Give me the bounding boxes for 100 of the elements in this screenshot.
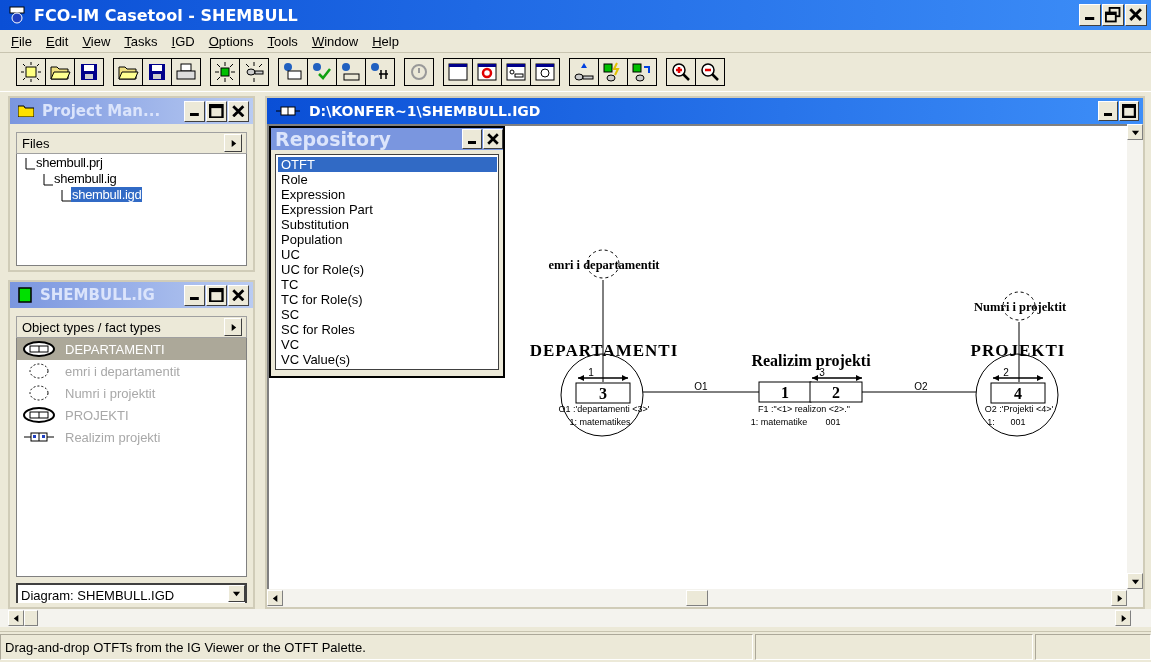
minimize-button[interactable] bbox=[184, 100, 205, 122]
close-button[interactable] bbox=[228, 284, 249, 306]
toolbar-button[interactable] bbox=[695, 58, 725, 86]
toolbar-button[interactable] bbox=[404, 58, 434, 86]
toolbar-button[interactable] bbox=[472, 58, 502, 86]
toolbar-button[interactable] bbox=[501, 58, 531, 86]
fact-type-icon bbox=[23, 429, 55, 445]
expand-button[interactable] bbox=[224, 134, 242, 152]
menu-item[interactable]: File bbox=[4, 33, 39, 49]
restore-icon bbox=[1105, 7, 1121, 23]
repository-item[interactable]: Substitution bbox=[278, 217, 497, 232]
repository-item[interactable]: SC for Roles bbox=[278, 322, 497, 337]
minimize-button[interactable] bbox=[462, 129, 482, 149]
close-icon bbox=[232, 288, 245, 302]
cube-icon bbox=[18, 287, 32, 303]
toolbar-button[interactable] bbox=[113, 58, 143, 86]
minimize-button[interactable] bbox=[1098, 101, 1118, 121]
repository-item[interactable]: TC for Role(s) bbox=[278, 292, 497, 307]
repository-item[interactable]: OTFT bbox=[278, 157, 497, 172]
role-box bbox=[990, 382, 1046, 404]
scroll-thumb[interactable] bbox=[24, 610, 38, 626]
repository-item[interactable]: SC bbox=[278, 307, 497, 322]
toolbar-button[interactable] bbox=[307, 58, 337, 86]
repository-item[interactable]: VC Value(s) bbox=[278, 352, 497, 367]
repository-item[interactable]: VC bbox=[278, 337, 497, 352]
menu-item[interactable]: Help bbox=[365, 33, 406, 49]
toolbar-button[interactable] bbox=[598, 58, 628, 86]
menu-item[interactable]: IGD bbox=[164, 33, 202, 49]
menu-item[interactable]: Tasks bbox=[117, 33, 165, 49]
panel-title: SHEMBULL.IG bbox=[40, 286, 156, 304]
save-icon bbox=[78, 61, 100, 83]
toolbar-button[interactable] bbox=[239, 58, 269, 86]
minimize-icon bbox=[190, 113, 199, 117]
toolbar-button[interactable] bbox=[278, 58, 308, 86]
minimize-button[interactable] bbox=[1079, 4, 1101, 26]
close-button[interactable] bbox=[228, 100, 249, 122]
scroll-thumb[interactable] bbox=[686, 590, 708, 606]
toolbar-button[interactable] bbox=[530, 58, 560, 86]
fact-expression: F1 :"<1> realizon <2>." bbox=[758, 404, 850, 414]
window-title: FCO-IM Casetool - SHEMBULL bbox=[34, 5, 299, 25]
close-button[interactable] bbox=[483, 129, 503, 149]
repository-item[interactable]: Expression bbox=[278, 187, 497, 202]
horizontal-scrollbar[interactable] bbox=[267, 589, 1143, 607]
repository-item[interactable]: UC bbox=[278, 247, 497, 262]
maximize-button[interactable] bbox=[206, 100, 227, 122]
document-title: D:\KONFER~1\SHEMBULL.IGD bbox=[309, 103, 542, 119]
print-icon bbox=[175, 61, 197, 83]
connector-line bbox=[1018, 321, 1020, 383]
new-project-icon bbox=[20, 61, 42, 83]
horizontal-scrollbar[interactable] bbox=[0, 609, 1151, 627]
toolbar-button[interactable] bbox=[171, 58, 201, 86]
uniqueness-arrow bbox=[992, 375, 1044, 381]
repository-item[interactable]: TC bbox=[278, 277, 497, 292]
toolbar-button[interactable] bbox=[443, 58, 473, 86]
status-message: Drag-and-drop OTFTs from the IG Viewer or the OTFT Palette. bbox=[5, 639, 366, 655]
window-icon bbox=[447, 61, 469, 83]
dropdown-icon bbox=[232, 589, 241, 598]
vertical-scrollbar[interactable] bbox=[1127, 124, 1143, 589]
minimize-icon bbox=[1085, 17, 1095, 21]
role-number: 2 bbox=[832, 384, 840, 401]
tree-item[interactable]: shembull.prj bbox=[35, 155, 104, 170]
menu-item[interactable]: Edit bbox=[38, 33, 76, 49]
role-label: 3 bbox=[819, 367, 825, 378]
toolbar-button[interactable] bbox=[627, 58, 657, 86]
population-value: 1: bbox=[987, 417, 995, 427]
toolbar-button[interactable] bbox=[142, 58, 172, 86]
diagram-select[interactable]: Diagram: SHEMBULL.IGD bbox=[16, 583, 247, 603]
population-value: 1: matematike bbox=[750, 417, 808, 427]
toolbar-button[interactable] bbox=[365, 58, 395, 86]
tree-item[interactable]: shembull.igd bbox=[71, 187, 143, 202]
menu-item[interactable]: Tools bbox=[260, 33, 305, 49]
object-type-name: PROJEKTI bbox=[970, 341, 1066, 360]
repository-item[interactable]: Expression Part bbox=[278, 202, 497, 217]
menu-item[interactable]: Window bbox=[304, 33, 366, 49]
maximize-button[interactable] bbox=[206, 284, 227, 306]
object-type-name: DEPARTAMENTI bbox=[529, 341, 679, 360]
repository-item[interactable]: UC for Role(s) bbox=[278, 262, 497, 277]
toolbar-button[interactable] bbox=[569, 58, 599, 86]
minimize-icon bbox=[190, 297, 199, 301]
scroll-left-icon bbox=[270, 593, 280, 603]
toolbar-button[interactable] bbox=[45, 58, 75, 86]
tree-connector-icon bbox=[61, 190, 71, 202]
toolbar-button[interactable] bbox=[666, 58, 696, 86]
expand-button[interactable] bbox=[224, 318, 242, 336]
menu-item[interactable]: Options bbox=[201, 33, 261, 49]
label-type-name: emri i departamentit bbox=[548, 258, 660, 272]
toolbar-button[interactable] bbox=[336, 58, 366, 86]
repository-item[interactable]: Role bbox=[278, 172, 497, 187]
close-button[interactable] bbox=[1125, 4, 1147, 26]
tree-item[interactable]: shembull.ig bbox=[53, 171, 118, 186]
close-icon bbox=[487, 133, 499, 145]
minimize-button[interactable] bbox=[184, 284, 205, 306]
menu-item[interactable]: View bbox=[75, 33, 118, 49]
repository-item[interactable]: Population bbox=[278, 232, 497, 247]
restore-button[interactable] bbox=[1102, 4, 1124, 26]
connector-label: O1 bbox=[694, 381, 708, 392]
toolbar-button[interactable] bbox=[210, 58, 240, 86]
maximize-button[interactable] bbox=[1119, 101, 1139, 121]
toolbar-button[interactable] bbox=[74, 58, 104, 86]
toolbar-button[interactable] bbox=[16, 58, 46, 86]
